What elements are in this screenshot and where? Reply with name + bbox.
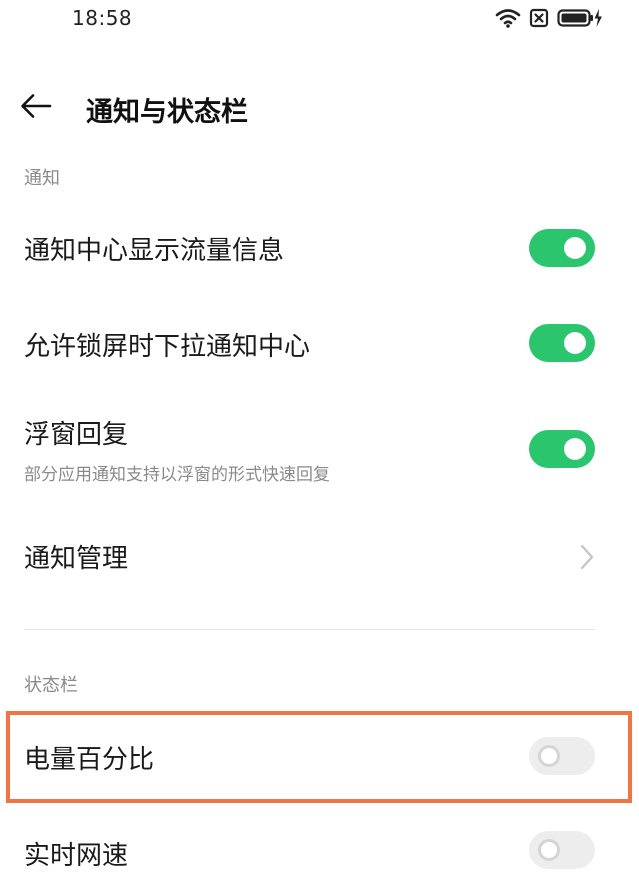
status-icons: [495, 8, 603, 32]
section-label-notification: 通知: [24, 168, 60, 189]
header: 通知与状态栏: [0, 78, 639, 138]
page-title: 通知与状态栏: [86, 97, 248, 128]
toggle-knob: [564, 332, 586, 354]
setting-row-realtime-speed[interactable]: 实时网速: [0, 815, 639, 873]
row-title: 通知管理: [24, 544, 129, 574]
setting-row-notification-management[interactable]: 通知管理: [0, 520, 639, 594]
row-title: 浮窗回复: [24, 420, 129, 450]
traffic-info-toggle[interactable]: [529, 229, 595, 267]
battery-percentage-toggle[interactable]: [529, 737, 595, 775]
setting-row-lockscreen-pulldown[interactable]: 允许锁屏时下拉通知中心: [0, 308, 639, 380]
status-time: 18:58: [72, 6, 133, 30]
floating-reply-toggle[interactable]: [529, 430, 595, 468]
toggle-knob: [538, 745, 560, 767]
toggle-knob: [564, 237, 586, 259]
lockscreen-pulldown-toggle[interactable]: [529, 324, 595, 362]
toggle-knob: [564, 438, 586, 460]
back-button[interactable]: [16, 90, 56, 126]
setting-row-traffic-info[interactable]: 通知中心显示流量信息: [0, 212, 639, 284]
setting-row-floating-reply[interactable]: 浮窗回复 部分应用通知支持以浮窗的形式快速回复: [0, 406, 639, 492]
row-title: 电量百分比: [24, 745, 155, 775]
no-sim-icon: [529, 8, 549, 32]
arrow-left-icon: [19, 93, 53, 123]
status-bar: 18:58: [0, 0, 639, 40]
row-subtitle: 部分应用通知支持以浮窗的形式快速回复: [24, 465, 330, 485]
section-divider: [24, 629, 595, 630]
row-title: 允许锁屏时下拉通知中心: [24, 332, 311, 362]
setting-row-battery-percentage[interactable]: 电量百分比: [0, 715, 639, 799]
row-title: 实时网速: [24, 841, 129, 871]
wifi-icon: [495, 8, 521, 32]
realtime-speed-toggle[interactable]: [529, 831, 595, 869]
section-label-status-bar: 状态栏: [24, 675, 78, 696]
battery-charging-icon: [557, 8, 603, 32]
row-title: 通知中心显示流量信息: [24, 236, 285, 266]
chevron-right-icon: [577, 542, 597, 572]
toggle-knob: [538, 839, 560, 861]
